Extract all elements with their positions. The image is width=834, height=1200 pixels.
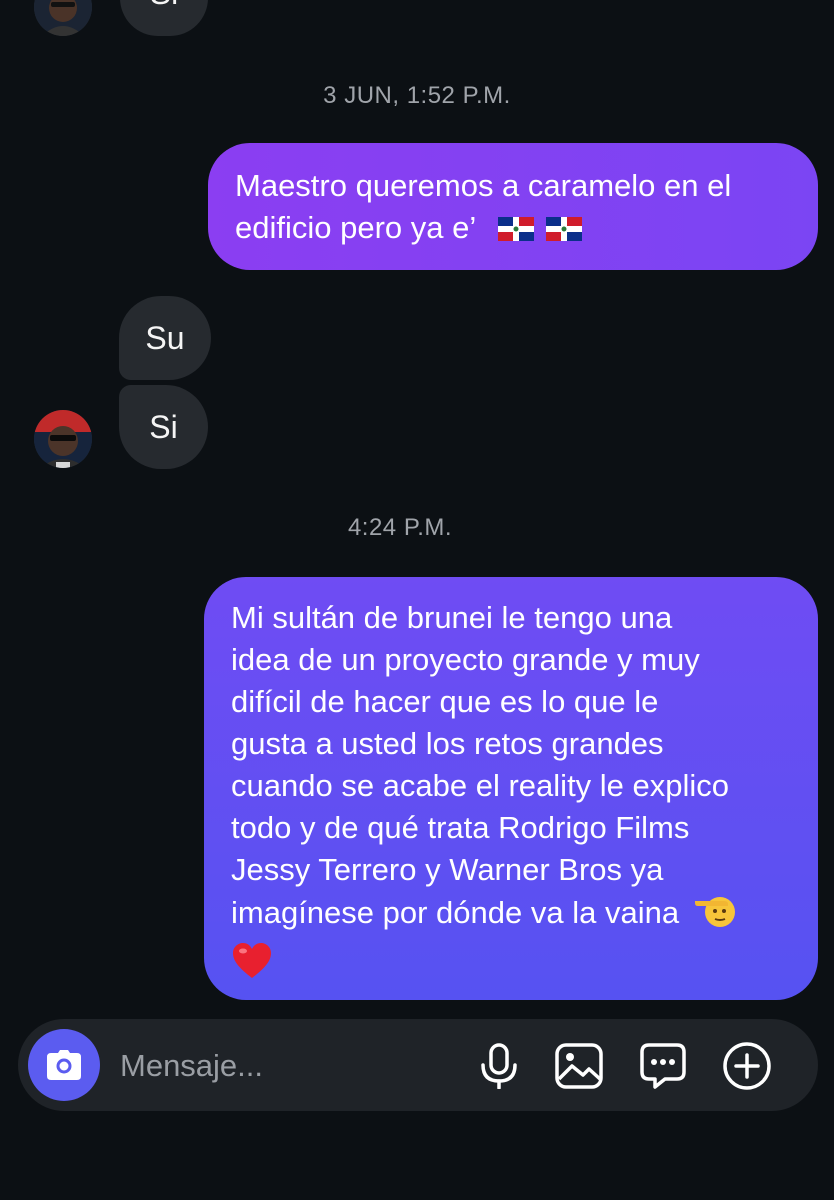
sticker-icon [639, 1042, 687, 1090]
message-line: Maestro queremos a caramelo en el [235, 168, 732, 203]
microphone-button[interactable] [474, 1041, 524, 1091]
incoming-message-bubble[interactable]: Si [119, 385, 208, 469]
plus-icon [722, 1041, 772, 1091]
message-input[interactable] [118, 1041, 452, 1091]
outgoing-message-bubble[interactable]: Mi sultán de brunei le tengo una idea de… [204, 577, 818, 1000]
incoming-message-bubble[interactable]: Su [119, 296, 211, 380]
incoming-message-bubble[interactable]: Si [120, 0, 208, 36]
avatar[interactable] [34, 0, 92, 36]
message-line: imagínese por dónde va la vaina [231, 895, 680, 930]
camera-button[interactable] [28, 1029, 100, 1101]
message-line: todo y de qué trata Rodrigo Films [231, 810, 690, 845]
message-text: Su [145, 320, 185, 356]
sticker-button[interactable] [638, 1041, 688, 1091]
message-line-with-emoji: edificio pero ya e’ [235, 207, 792, 249]
message-line-with-emoji: imagínese por dónde va la vaina [231, 891, 798, 942]
saluting-face-icon [694, 891, 738, 942]
message-line-with-emoji [231, 942, 798, 991]
red-heart-icon [231, 942, 273, 991]
microphone-icon [479, 1043, 519, 1089]
message-text: Si [149, 409, 178, 445]
message-line: edificio pero ya e’ [235, 210, 477, 245]
camera-icon [47, 1050, 81, 1080]
outgoing-message-bubble[interactable]: Maestro queremos a caramelo en el edific… [208, 143, 818, 270]
message-text: Si [150, 0, 178, 11]
gallery-button[interactable] [554, 1041, 604, 1091]
dominican-flag-icon [498, 210, 535, 241]
message-line: idea de un proyecto grande y muy [231, 642, 700, 677]
avatar[interactable] [34, 410, 92, 468]
message-line: Mi sultán de brunei le tengo una [231, 600, 673, 635]
message-line: difícil de hacer que es lo que le [231, 684, 659, 719]
plus-button[interactable] [722, 1041, 772, 1091]
message-composer [18, 1019, 818, 1111]
chat-screen: Si 3 JUN, 1:52 P.M. Maestro queremos a c… [0, 0, 834, 1200]
message-line: Jessy Terrero y Warner Bros ya [231, 852, 664, 887]
message-line: cuando se acabe el reality le explico [231, 768, 730, 803]
timestamp-divider: 4:24 P.M. [347, 514, 453, 541]
timestamp-divider: 3 JUN, 1:52 P.M. [323, 82, 511, 109]
dominican-flag-icon [546, 210, 583, 241]
message-line: gusta a usted los retos grandes [231, 726, 664, 761]
gallery-icon [555, 1043, 603, 1089]
